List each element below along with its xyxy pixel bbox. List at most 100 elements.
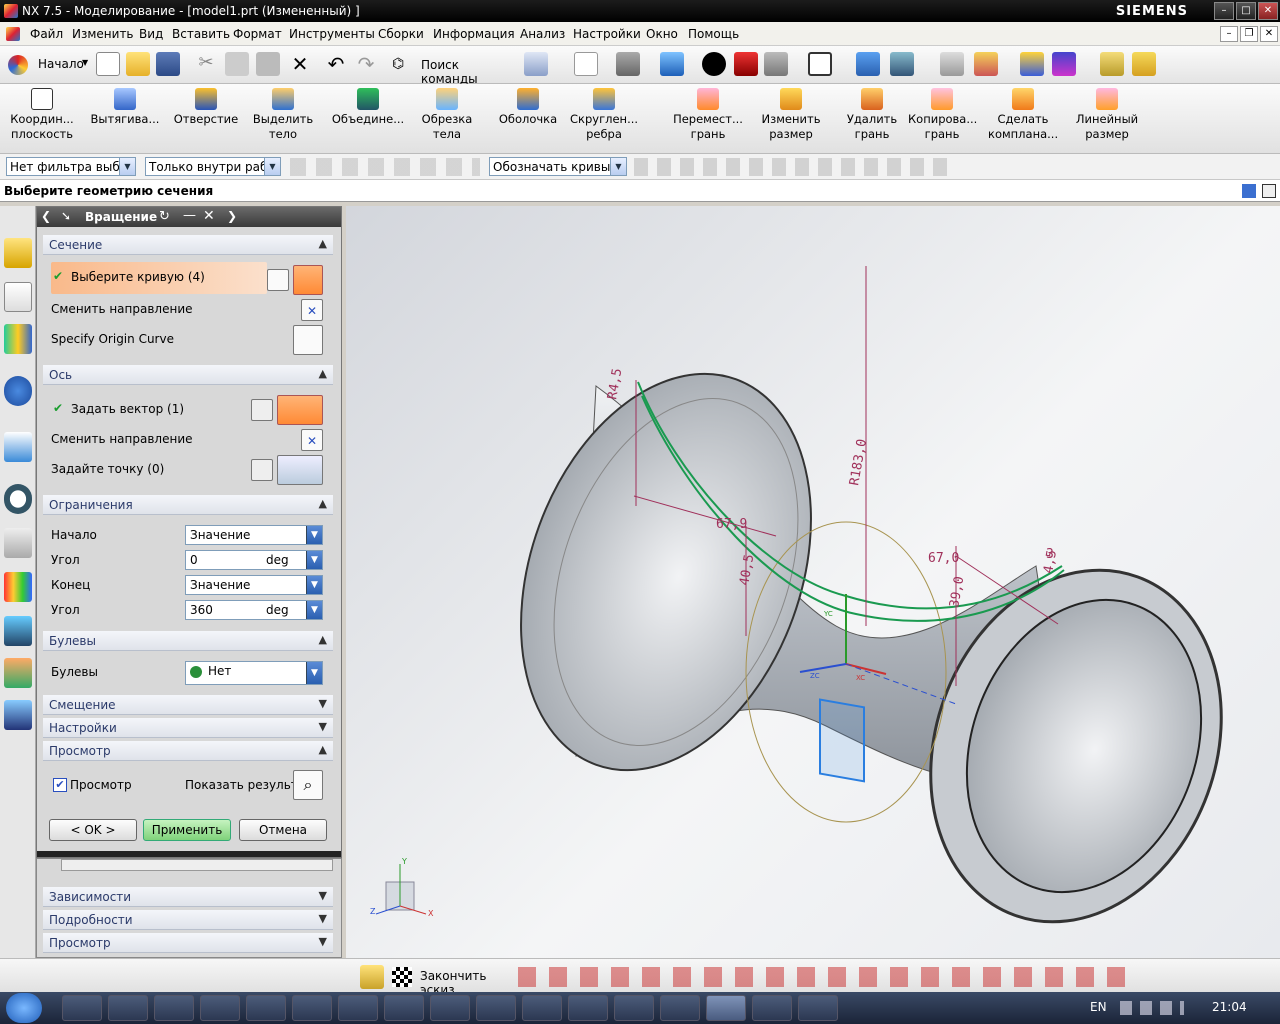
delete-icon[interactable]: ✕ (288, 52, 312, 76)
end-angle-input[interactable]: 360 deg ▼ (185, 600, 323, 620)
close-window-button[interactable]: ✕ (1258, 2, 1278, 20)
type-filter-dropdown[interactable]: Нет фильтра выбор ▼ (6, 157, 136, 176)
axis-group-header[interactable]: Ось ▲ (43, 365, 333, 385)
start-orb-icon[interactable] (6, 993, 42, 1023)
cancel-button[interactable]: Отмена (239, 819, 327, 841)
assembly-navigator-icon[interactable] (1020, 52, 1044, 76)
app-menu-icon[interactable] (6, 27, 20, 41)
collapse-left-icon[interactable]: ❮ (41, 209, 51, 223)
info-window-icon[interactable] (1262, 184, 1276, 198)
trim-body-button[interactable]: Обрезка тела (414, 88, 480, 142)
edge-blend-button[interactable]: Скруглен... ребра (570, 88, 638, 142)
menu-preferences[interactable]: Настройки (573, 27, 641, 41)
start-type-dropdown[interactable]: Значение ▼ (185, 525, 323, 545)
paste-icon[interactable] (256, 52, 280, 76)
menu-information[interactable]: Информация (433, 27, 515, 41)
copy-face-button[interactable]: Копирова... грань (908, 88, 977, 142)
apply-button[interactable]: Применить (143, 819, 231, 841)
settings-group-header[interactable]: Настройки ▼ (43, 718, 333, 738)
end-type-dropdown[interactable]: Значение ▼ (185, 575, 323, 595)
taskbar-app9[interactable] (430, 995, 470, 1021)
web-browser-tab-icon[interactable] (4, 432, 32, 462)
wcs-orient-icon[interactable] (856, 52, 880, 76)
extrude-button[interactable]: Вытягива... (90, 88, 160, 127)
boolean-dropdown[interactable]: Нет ▼ (185, 661, 323, 685)
system-scenes-tab-icon[interactable] (4, 700, 32, 730)
edge-display-icon[interactable] (734, 52, 758, 76)
background-icon[interactable] (808, 52, 832, 76)
roles-tab-icon[interactable] (4, 658, 32, 688)
vector-dialog-icon[interactable] (251, 399, 273, 421)
selection-scope-dropdown[interactable]: Только внутри рабо ▼ (145, 157, 281, 176)
taskbar-app13[interactable] (614, 995, 654, 1021)
offset-group-header[interactable]: Смещение ▼ (43, 695, 333, 715)
extract-body-button[interactable]: Выделить тело (248, 88, 318, 142)
menu-window[interactable]: Окно (646, 27, 678, 41)
graphics-window[interactable]: 67,9 40,5 67,0 39,0 R4,5 R183,0 4,5 3 YC… (346, 206, 1280, 958)
start-menu-button[interactable]: Начало ▼ (6, 53, 90, 77)
preview-group-header[interactable]: Просмотр ▲ (43, 741, 333, 761)
taskbar-explorer[interactable] (62, 995, 102, 1021)
axis-reverse-direction-icon[interactable]: ✕ (301, 429, 323, 451)
dependencies-pane-header[interactable]: Зависимости ▼ (43, 887, 333, 907)
linear-dimension-button[interactable]: Линейный размер (1070, 88, 1144, 142)
command-finder-button[interactable]: ⌬ Поиск команды (392, 56, 516, 86)
navigator-scrollbar[interactable] (61, 859, 333, 871)
taskbar-ie[interactable] (108, 995, 148, 1021)
reverse-direction-icon[interactable]: ✕ (301, 299, 323, 321)
constraint-navigator-icon[interactable] (1052, 52, 1076, 76)
tray-icons[interactable] (1120, 1001, 1184, 1015)
taskbar-app10[interactable] (476, 995, 516, 1021)
sketch-name-icon[interactable] (360, 965, 384, 989)
boolean-group-header[interactable]: Булевы ▲ (43, 631, 333, 651)
hide-icon[interactable] (764, 52, 788, 76)
curve-rule-dropdown[interactable]: Обозначать кривые ▼ (489, 157, 627, 176)
menu-file[interactable]: Файл (30, 27, 63, 41)
taskbar-solidworks[interactable] (568, 995, 608, 1021)
resize-button[interactable]: Изменить размер (758, 88, 824, 142)
taskbar-app11[interactable] (522, 995, 562, 1021)
menu-edit[interactable]: Изменить (72, 27, 134, 41)
reuse-library-tab-icon[interactable] (4, 324, 32, 354)
language-indicator[interactable]: EN (1090, 1000, 1107, 1014)
end-angle-menu-icon[interactable]: ▼ (306, 601, 322, 619)
maximize-button[interactable]: □ (1236, 2, 1256, 20)
fit-view-icon[interactable] (574, 52, 598, 76)
measure-angle-icon[interactable] (1132, 52, 1156, 76)
process-studio-tab-icon[interactable] (4, 572, 32, 602)
snap-icons-group[interactable] (634, 158, 954, 176)
close-dialog-icon[interactable]: ✕ (203, 208, 215, 224)
layer-settings-icon[interactable] (940, 52, 964, 76)
wcs-dynamic-icon[interactable] (890, 52, 914, 76)
start-angle-menu-icon[interactable]: ▼ (306, 551, 322, 569)
model-view[interactable]: 67,9 40,5 67,0 39,0 R4,5 R183,0 4,5 3 YC… (346, 206, 1280, 958)
menu-insert[interactable]: Вставить (172, 27, 230, 41)
snap-point-icon[interactable] (974, 52, 998, 76)
revolved-body[interactable] (469, 333, 1269, 958)
inferred-vector-icon[interactable] (277, 395, 323, 425)
menu-view[interactable]: Вид (139, 27, 163, 41)
save-icon[interactable] (156, 52, 180, 76)
shell-button[interactable]: Оболочка (494, 88, 562, 127)
taskbar-media[interactable] (246, 995, 286, 1021)
point-dialog-icon[interactable] (251, 459, 273, 481)
open-folder-icon[interactable] (126, 52, 150, 76)
menu-help[interactable]: Помощь (688, 27, 739, 41)
expand-right-icon[interactable]: ❯ (227, 209, 237, 223)
delete-face-button[interactable]: Удалить грань (840, 88, 904, 142)
copy-icon[interactable] (225, 52, 249, 76)
cut-icon[interactable]: ✂ (194, 52, 218, 76)
undo-icon[interactable]: ↶ (324, 52, 348, 76)
limits-group-header[interactable]: Ограничения ▲ (43, 495, 333, 515)
taskbar-app8[interactable] (384, 995, 424, 1021)
details-pane-header[interactable]: Подробности ▼ (43, 910, 333, 930)
inferred-point-icon[interactable] (277, 455, 323, 485)
sketch-tools-group[interactable] (518, 967, 1138, 987)
shaded-icon[interactable] (660, 52, 684, 76)
unite-button[interactable]: Объедине... (330, 88, 406, 127)
taskbar-nx[interactable] (706, 995, 746, 1021)
render-style-icon[interactable] (702, 52, 726, 76)
ok-button[interactable]: < OK > (49, 819, 137, 841)
new-file-icon[interactable] (96, 52, 120, 76)
manufacturing-wizards-tab-icon[interactable] (4, 616, 32, 646)
